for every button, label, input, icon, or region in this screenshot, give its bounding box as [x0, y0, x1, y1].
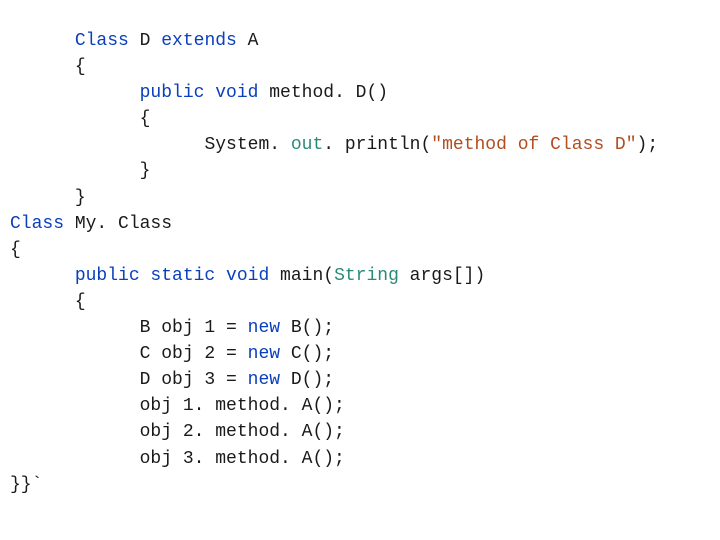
system-text: System. — [204, 135, 290, 155]
keyword-new: new — [248, 370, 280, 390]
keyword-class: Class — [75, 31, 129, 51]
stmt-d-ctor: D(); — [280, 370, 334, 390]
brace-open: { — [10, 240, 21, 260]
stmt-call-obj2: obj 2. method. A(); — [140, 422, 345, 442]
type-string: String — [334, 266, 399, 286]
class-name-d: D — [129, 31, 161, 51]
keyword-extends: extends — [161, 31, 237, 51]
stmt-b-obj1: B obj 1 = — [140, 318, 248, 338]
string-literal: "method of Class D" — [431, 135, 636, 155]
keyword-new: new — [248, 344, 280, 364]
paren-close: ); — [637, 135, 659, 155]
method-name-d: method. D() — [258, 83, 388, 103]
println-text: . println( — [323, 135, 431, 155]
keyword-class: Class — [10, 214, 64, 234]
stmt-b-ctor: B(); — [280, 318, 334, 338]
code-block: Class D extends A { public void method. … — [0, 0, 720, 508]
stmt-c-ctor: C(); — [280, 344, 334, 364]
stmt-c-obj2: C obj 2 = — [140, 344, 248, 364]
keyword-new: new — [248, 318, 280, 338]
brace-close: } — [75, 188, 86, 208]
class-name-a: A — [237, 31, 259, 51]
brace-close: } — [140, 161, 151, 181]
stmt-call-obj3: obj 3. method. A(); — [140, 449, 345, 469]
stmt-d-obj3: D obj 3 = — [140, 370, 248, 390]
brace-open: { — [75, 292, 86, 312]
class-name-myclass: My. Class — [64, 214, 172, 234]
out-text: out — [291, 135, 323, 155]
keyword-public-void: public void — [140, 83, 259, 103]
brace-open: { — [75, 57, 86, 77]
keyword-public-static-void: public static void — [75, 266, 269, 286]
brace-open: { — [140, 109, 151, 129]
args-text: args[]) — [399, 266, 485, 286]
closing-braces: }}` — [10, 475, 42, 495]
stmt-call-obj1: obj 1. method. A(); — [140, 396, 345, 416]
main-text: main( — [269, 266, 334, 286]
